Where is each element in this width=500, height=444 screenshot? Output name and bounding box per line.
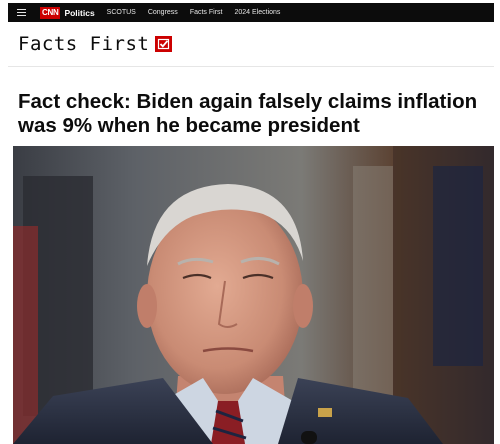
cnn-logo[interactable]: CNN — [40, 6, 61, 19]
facts-first-title[interactable]: Facts First — [18, 33, 149, 55]
nav-link-scotus[interactable]: SCOTUS — [107, 9, 136, 16]
section-name-politics[interactable]: Politics — [64, 8, 94, 18]
page-frame: CNN Politics SCOTUS Congress Facts First… — [8, 3, 494, 444]
nav-link-congress[interactable]: Congress — [148, 9, 178, 16]
nav-links: SCOTUS Congress Facts First 2024 Electio… — [107, 9, 281, 16]
nav-link-facts-first[interactable]: Facts First — [190, 9, 223, 16]
facts-first-header: Facts First — [8, 22, 494, 67]
checkmark-icon — [155, 36, 173, 52]
article-headline: Fact check: Biden again falsely claims i… — [18, 90, 478, 137]
top-nav-bar: CNN Politics SCOTUS Congress Facts First… — [8, 3, 494, 22]
hero-photo — [13, 146, 494, 444]
nav-link-2024-elections[interactable]: 2024 Elections — [234, 9, 280, 16]
menu-icon[interactable] — [8, 3, 34, 22]
